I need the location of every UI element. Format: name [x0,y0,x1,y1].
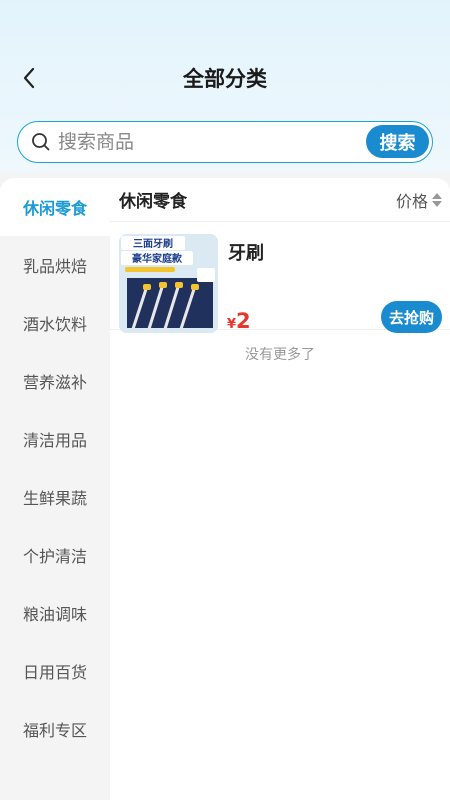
price-sort-label: 价格 [395,191,428,211]
sidebar-item-snacks[interactable]: 休闲零食 [0,178,110,236]
sidebar-item-fresh-produce[interactable]: 生鲜果蔬 [0,468,110,526]
sidebar-item-dairy-bakery[interactable]: 乳品烘焙 [0,236,110,294]
sidebar-item-grain-oil[interactable]: 粮油调味 [0,584,110,642]
product-image: 三面牙刷 豪华家庭款 [119,234,218,333]
sidebar-item-drinks[interactable]: 酒水饮料 [0,294,110,352]
section-title: 休闲零食 [119,192,187,212]
category-sidebar: 休闲零食 乳品烘焙 酒水饮料 营养滋补 清洁用品 生鲜果蔬 个护清洁 粮油调味 … [0,178,110,800]
sidebar-item-daily-goods[interactable]: 日用百货 [0,642,110,700]
buy-now-button[interactable]: 去抢购 [381,301,442,333]
page-title: 全部分类 [183,67,267,91]
header: 全部分类 [0,55,450,103]
product-panel: 休闲零食 价格 三面牙刷 豪华家庭款 牙刷 ¥2 去抢购 没有更多了 [110,178,450,800]
sidebar-item-welfare[interactable]: 福利专区 [0,700,110,758]
sidebar-item-cleaning[interactable]: 清洁用品 [0,410,110,468]
sidebar-item-nutrition[interactable]: 营养滋补 [0,352,110,410]
product-name: 牙刷 [228,243,264,264]
sort-arrows-icon [432,192,442,207]
price-currency: ¥ [227,317,237,332]
panel-header: 休闲零食 价格 [110,178,450,222]
product-price: ¥2 [227,309,251,333]
search-bar: 搜索 [17,121,433,163]
price-value: 2 [236,309,251,333]
sidebar-item-personal-care[interactable]: 个护清洁 [0,526,110,584]
product-image-text-1: 三面牙刷 [133,237,173,250]
end-of-list-text: 没有更多了 [245,347,315,363]
price-sort-toggle[interactable]: 价格 [396,188,442,212]
search-input[interactable] [58,131,348,153]
search-icon [30,131,52,153]
product-image-text-2: 豪华家庭款 [132,252,183,265]
search-button[interactable]: 搜索 [366,125,429,158]
